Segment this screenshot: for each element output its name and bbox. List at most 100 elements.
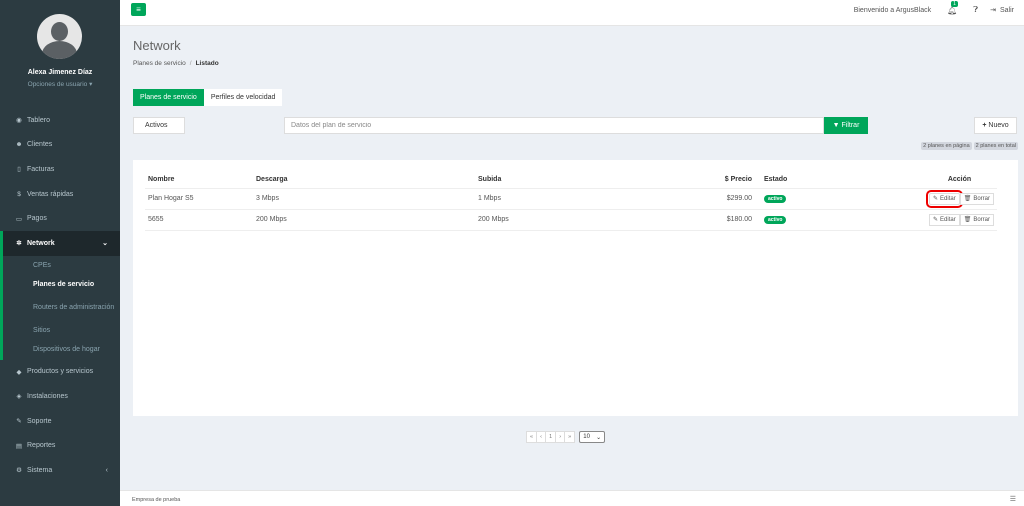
notification-count: 1 <box>951 0 958 7</box>
cell-upload: 1 Mbps <box>475 188 695 210</box>
col-header-action: Acción <box>865 171 997 189</box>
breadcrumb-parent[interactable]: Planes de servicio <box>133 60 186 67</box>
sidebar-subitem-routers[interactable]: Routers de administración <box>3 295 120 321</box>
welcome-text: Bienvenido a ArgusBlack <box>853 6 932 14</box>
user-name: Alexa Jimenez Díaz <box>27 69 93 76</box>
trash-icon: 🗑︎ <box>963 217 972 223</box>
plans-table-box: Nombre Descarga Subida $ Precio Estado A… <box>133 160 1018 416</box>
breadcrumb-separator: / <box>189 60 192 67</box>
sidebar-item-soporte[interactable]: ✎ Soporte <box>0 409 120 434</box>
sidebar-item-productos[interactable]: ◆ Productos y servicios <box>0 360 120 385</box>
search-input[interactable] <box>284 117 824 134</box>
report-icon: ▤ <box>15 442 23 450</box>
sidebar-subitem-sitios[interactable]: Sitios <box>3 321 120 341</box>
topbar: ≡ Bienvenido a ArgusBlack 🔔︎ 1 ❓︎ ⇥ Salir <box>120 0 1024 26</box>
cell-download: 200 Mbps <box>253 209 475 231</box>
new-button[interactable]: + Nuevo <box>974 117 1017 134</box>
money-icon: ▭ <box>15 215 23 223</box>
col-header-name: Nombre <box>145 171 253 189</box>
cogs-icon: ⚙ <box>16 467 22 475</box>
topbar-right: Bienvenido a ArgusBlack 🔔︎ 1 ❓︎ ⇥ Salir <box>853 0 1014 15</box>
plus-icon: + <box>982 122 987 129</box>
status-badge: activo <box>764 216 787 224</box>
tab-perfiles-velocidad[interactable]: Perfiles de velocidad <box>203 89 283 106</box>
table-header-row: Nombre Descarga Subida $ Precio Estado A… <box>145 171 997 189</box>
hamburger-icon: ≡ <box>136 5 141 14</box>
delete-button[interactable]: 🗑︎ Borrar <box>959 213 994 226</box>
sidebar-item-sistema[interactable]: ⚙ Sistema ‹ <box>0 458 120 483</box>
sidebar-item-clientes[interactable]: ☻ Clientes <box>0 133 120 158</box>
sidebar-item-ventas[interactable]: $ Ventas rápidas <box>0 182 120 207</box>
settings-panel-icon[interactable]: ☰ <box>1010 495 1016 503</box>
notifications-button[interactable]: 🔔︎ 1 <box>947 0 958 15</box>
page-size-select[interactable]: 10 ⌄ <box>579 431 606 443</box>
page-last-button[interactable]: » <box>564 431 576 443</box>
cell-actions: ✎ Editar 🗑︎ Borrar <box>865 209 997 231</box>
col-header-upload: Subida <box>475 171 695 189</box>
sidebar-item-instalaciones[interactable]: ◈ Instalaciones <box>0 384 120 409</box>
sidebar-subitem-cpes[interactable]: CPEs <box>3 256 120 276</box>
dollar-icon: $ <box>17 190 21 198</box>
tag-icon: ◆ <box>16 368 22 376</box>
footer: Empresa de prueba ☰ <box>120 490 1024 506</box>
avatar <box>37 14 82 59</box>
edit-icon: ✎ <box>932 217 939 223</box>
user-options-menu[interactable]: Opciones de usuario ▾ <box>0 80 120 88</box>
network-icon: ✲ <box>16 240 22 248</box>
dashboard-icon: ◉ <box>16 117 22 125</box>
delete-button[interactable]: 🗑︎ Borrar <box>959 192 994 205</box>
cell-status: activo <box>755 209 865 231</box>
sidebar-menu: ◉ Tablero ☻ Clientes ▯ Facturas $ Ventas ráp… <box>0 108 120 483</box>
edit-button[interactable]: ✎ Editar <box>926 189 963 208</box>
trash-icon: 🗑︎ <box>963 196 972 202</box>
sidebar-item-facturas[interactable]: ▯ Facturas <box>0 157 120 182</box>
table-row: 5655 200 Mbps 200 Mbps $180.00 activo ✎ E… <box>145 209 997 231</box>
help-icon[interactable]: ❓︎ <box>973 5 978 15</box>
sidebar-item-tablero[interactable]: ◉ Tablero <box>0 108 120 133</box>
bell-icon: 🔔︎ <box>947 5 958 15</box>
count-page-badge: 2 planes en página <box>921 142 972 150</box>
support-icon: ✎ <box>16 418 22 426</box>
users-icon: ☻ <box>15 141 23 149</box>
edit-button[interactable]: ✎ Editar <box>928 213 960 226</box>
logout-button[interactable]: ⇥ Salir <box>990 6 1014 15</box>
sidebar-item-reportes[interactable]: ▤ Reportes <box>0 433 120 458</box>
sidebar-item-pagos[interactable]: ▭ Pagos <box>0 206 120 231</box>
content-header: Network Planes de servicio / Listado <box>133 38 219 67</box>
menu-toggle-button[interactable]: ≡ <box>131 3 146 16</box>
cell-price: $299.00 <box>695 188 755 210</box>
plans-table: Nombre Descarga Subida $ Precio Estado A… <box>145 171 997 231</box>
chevron-left-icon: ‹ <box>105 466 108 474</box>
page-title: Network <box>133 38 181 53</box>
cell-actions: ✎ Editar 🗑︎ Borrar <box>865 188 997 210</box>
cell-upload: 200 Mbps <box>475 209 695 231</box>
cell-name: 5655 <box>145 209 253 231</box>
sidebar-item-network[interactable]: ✲ Network ⌄ <box>0 230 120 256</box>
cell-download: 3 Mbps <box>253 188 475 210</box>
status-filter-dropdown[interactable]: Activos <box>133 117 185 134</box>
logout-icon: ⇥ <box>990 7 996 14</box>
file-icon: ▯ <box>17 166 21 174</box>
chevron-down-icon: ⌄ <box>596 434 602 441</box>
filter-button[interactable]: ▼ Filtrar <box>824 117 868 134</box>
col-header-status: Estado <box>755 171 865 189</box>
count-total-badge: 2 planes en total <box>973 142 1018 150</box>
result-counts: 2 planes en página 2 planes en total <box>921 142 1018 150</box>
company-name: Empresa de prueba <box>132 497 181 503</box>
sidebar-subitem-dispositivos[interactable]: Dispositivos de hogar <box>3 340 120 360</box>
cell-price: $180.00 <box>695 209 755 231</box>
cell-name: Plan Hogar S5 <box>145 188 253 210</box>
status-badge: activo <box>764 195 787 203</box>
sidebar-subitem-planes[interactable]: Planes de servicio <box>3 275 120 295</box>
wrench-icon: ◈ <box>16 393 22 401</box>
table-row: Plan Hogar S5 3 Mbps 1 Mbps $299.00 acti… <box>145 188 997 210</box>
tab-planes-servicio[interactable]: Planes de servicio <box>133 89 204 106</box>
tabs: Planes de servicio Perfiles de velocidad <box>133 89 283 106</box>
filter-icon: ▼ <box>832 122 840 129</box>
chevron-down-icon: ⌄ <box>102 240 108 248</box>
breadcrumb-current: Listado <box>195 60 219 67</box>
pagination: « ‹ 1 › » 10 ⌄ <box>526 431 606 443</box>
col-header-download: Descarga <box>253 171 475 189</box>
sidebar: Alexa Jimenez Díaz Opciones de usuario ▾… <box>0 0 120 506</box>
col-header-price: $ Precio <box>695 171 755 189</box>
